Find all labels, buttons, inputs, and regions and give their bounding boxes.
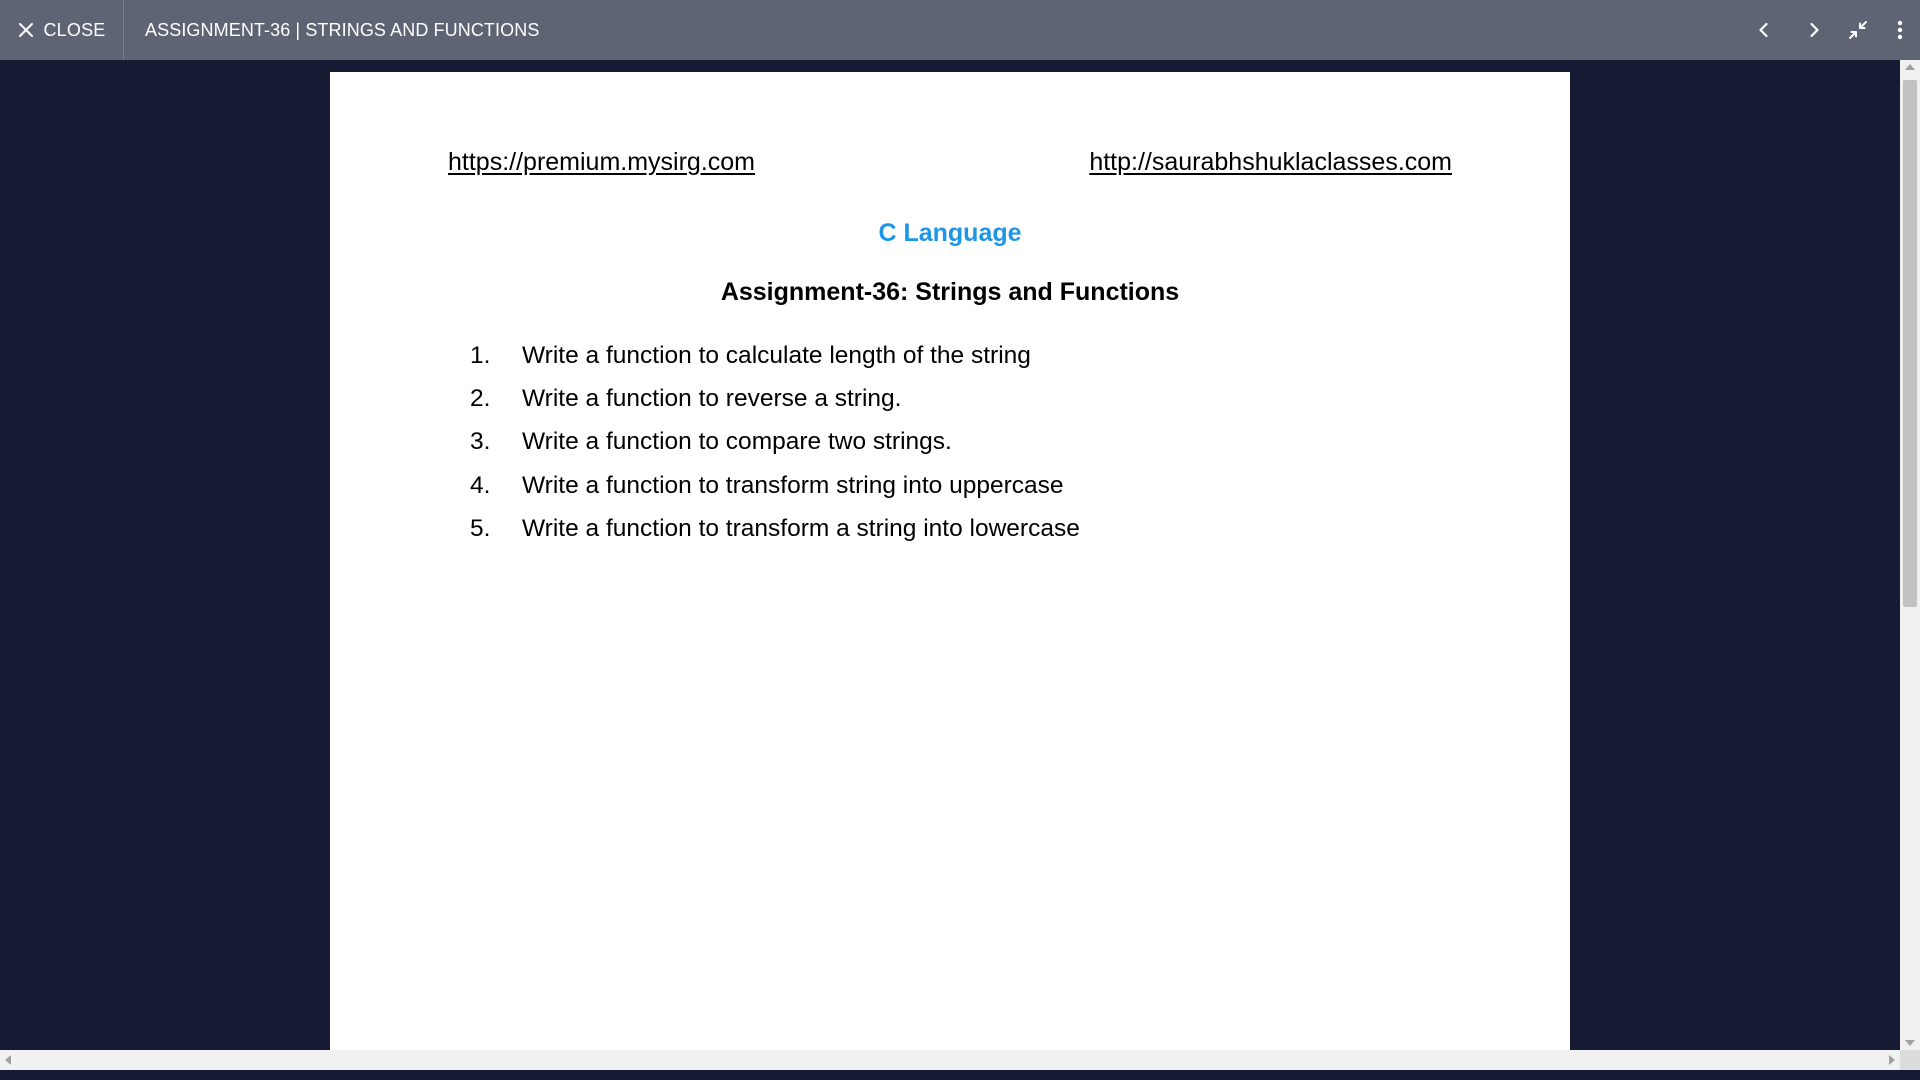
horizontal-scrollbar[interactable] xyxy=(0,1050,1900,1070)
chevron-left-icon xyxy=(1759,22,1768,38)
vertical-scroll-thumb[interactable] xyxy=(1903,80,1917,607)
task-number: 5. xyxy=(470,514,491,542)
chevron-right-icon xyxy=(1810,22,1819,38)
premium-link[interactable]: https://premium.mysirg.com xyxy=(448,148,755,177)
scrollbar-corner xyxy=(1900,1050,1920,1070)
close-label: CLOSE xyxy=(43,19,106,40)
list-item: 3. Write a function to compare two strin… xyxy=(470,421,1080,464)
list-item: 2. Write a function to reverse a string. xyxy=(470,377,1080,420)
document-title: ASSIGNMENT-36 | STRINGS AND FUNCTIONS xyxy=(145,19,540,40)
more-options-button[interactable] xyxy=(1880,0,1920,60)
assignment-title: Assignment-36: Strings and Functions xyxy=(720,278,1180,306)
scroll-right-icon[interactable] xyxy=(1889,1055,1895,1065)
task-list: 1. Write a function to calculate length … xyxy=(470,334,1080,550)
viewer-toolbar: CLOSE ASSIGNMENT-36 | STRINGS AND FUNCTI… xyxy=(0,0,1920,60)
task-text: Write a function to reverse a string. xyxy=(522,384,902,412)
more-vertical-icon xyxy=(1897,20,1903,40)
task-number: 1. xyxy=(470,341,491,369)
task-text: Write a function to calculate length of … xyxy=(522,341,1031,369)
scroll-down-icon[interactable] xyxy=(1905,1040,1915,1046)
document-page: https://premium.mysirg.com http://saurab… xyxy=(330,72,1570,1070)
next-button[interactable] xyxy=(1792,0,1836,60)
classes-link[interactable]: http://saurabhshuklaclasses.com xyxy=(1089,148,1452,177)
close-icon xyxy=(19,23,34,37)
scroll-left-icon[interactable] xyxy=(5,1055,11,1065)
list-item: 5. Write a function to transform a strin… xyxy=(470,507,1080,550)
language-title: C Language xyxy=(878,219,1022,247)
toolbar-actions xyxy=(1742,0,1920,60)
task-number: 3. xyxy=(470,428,491,456)
list-item: 1. Write a function to calculate length … xyxy=(470,334,1080,377)
list-item: 4. Write a function to transform string … xyxy=(470,464,1080,507)
vertical-scrollbar[interactable] xyxy=(1900,60,1920,1050)
task-text: Write a function to transform a string i… xyxy=(522,514,1080,542)
task-number: 4. xyxy=(470,471,491,499)
scroll-up-icon[interactable] xyxy=(1905,64,1915,70)
exit-fullscreen-icon xyxy=(1849,21,1867,39)
exit-fullscreen-button[interactable] xyxy=(1836,0,1880,60)
document-viewer[interactable]: https://premium.mysirg.com http://saurab… xyxy=(0,60,1920,1070)
task-text: Write a function to compare two strings. xyxy=(522,428,952,456)
previous-button[interactable] xyxy=(1742,0,1786,60)
bottom-strip xyxy=(0,1070,1920,1080)
close-button[interactable]: CLOSE xyxy=(0,0,124,60)
task-text: Write a function to transform string int… xyxy=(522,471,1064,499)
task-number: 2. xyxy=(470,384,491,412)
